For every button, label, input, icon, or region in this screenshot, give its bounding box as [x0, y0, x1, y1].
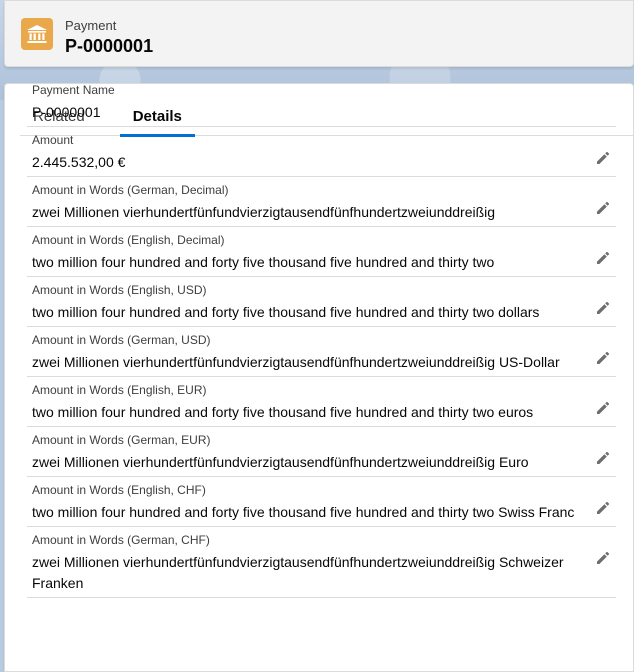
field-value: two million four hundred and forty five … — [32, 254, 495, 270]
field-value: P-0000001 — [32, 104, 101, 120]
field-value: zwei Millionen vierhundertfünfundvierzig… — [32, 454, 529, 470]
detail-field: Amount in Words (German, Decimal) zwei Mi… — [27, 177, 616, 227]
detail-field: Amount in Words (German, CHF) zwei Millio… — [27, 527, 616, 598]
field-label: Amount — [32, 133, 74, 147]
detail-field: Amount in Words (English, Decimal) two mi… — [27, 227, 616, 277]
detail-field: Amount in Words (German, USD) zwei Millio… — [27, 327, 616, 377]
pencil-icon[interactable] — [596, 301, 610, 315]
pencil-icon[interactable] — [596, 501, 610, 515]
field-label: Amount in Words (English, Decimal) — [32, 233, 225, 247]
field-value: two million four hundred and forty five … — [32, 304, 540, 320]
details-field-list: Payment Name P-0000001 Amount 2.445.532,00 … — [27, 77, 616, 598]
field-label: Amount in Words (German, Decimal) — [32, 183, 229, 197]
pencil-icon[interactable] — [596, 201, 610, 215]
field-label: Amount in Words (German, CHF) — [32, 533, 210, 547]
field-value: 2.445.532,00 € — [32, 154, 126, 170]
record-title: P-0000001 — [65, 36, 154, 56]
field-label: Amount in Words (English, CHF) — [32, 483, 206, 497]
field-label: Amount in Words (German, EUR) — [32, 433, 211, 447]
detail-field: Amount in Words (German, EUR) zwei Millio… — [27, 427, 616, 477]
detail-field: Amount in Words (English, CHF) two millio… — [27, 477, 616, 527]
pencil-icon[interactable] — [596, 151, 610, 165]
field-value: zwei Millionen vierhundertfünfundvierzig… — [32, 554, 564, 591]
detail-field: Payment Name P-0000001 — [27, 77, 616, 127]
detail-field: Amount 2.445.532,00 € — [27, 127, 616, 177]
detail-field: Amount in Words (English, USD) two millio… — [27, 277, 616, 327]
field-value: two million four hundred and forty five … — [32, 404, 534, 420]
field-label: Amount in Words (English, EUR) — [32, 383, 207, 397]
pencil-icon[interactable] — [596, 551, 610, 565]
field-value: zwei Millionen vierhundertfünfundvierzig… — [32, 354, 560, 370]
field-label: Amount in Words (English, USD) — [32, 283, 207, 297]
bank-icon — [21, 18, 53, 50]
pencil-icon[interactable] — [596, 451, 610, 465]
object-label: Payment — [65, 18, 117, 33]
pencil-icon[interactable] — [596, 401, 610, 415]
field-label: Payment Name — [32, 83, 115, 97]
pencil-icon[interactable] — [596, 251, 610, 265]
pencil-icon[interactable] — [596, 351, 610, 365]
field-value: zwei Millionen vierhundertfünfundvierzig… — [32, 204, 496, 220]
field-value: two million four hundred and forty five … — [32, 504, 575, 520]
field-label: Amount in Words (German, USD) — [32, 333, 211, 347]
record-header: Payment P-0000001 — [4, 0, 634, 67]
detail-field: Amount in Words (English, EUR) two millio… — [27, 377, 616, 427]
